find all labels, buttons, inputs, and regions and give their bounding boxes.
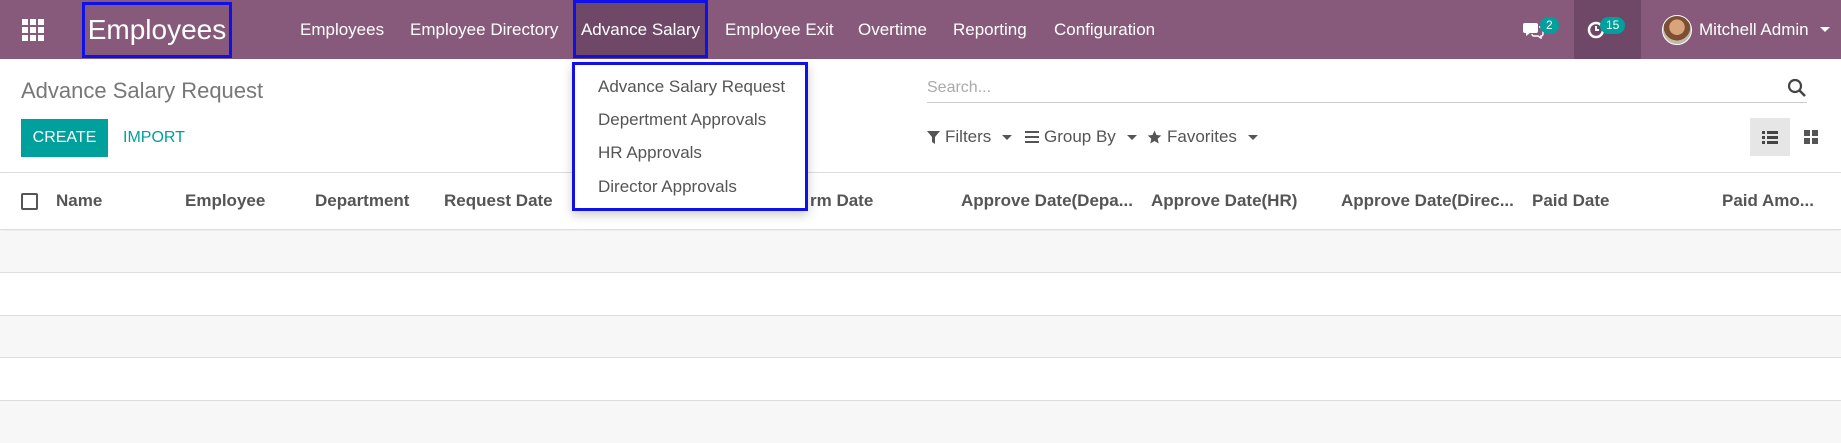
groupby-dropdown[interactable]: Group By — [1025, 127, 1137, 147]
advance-salary-dropdown: Advance Salary Request Depertment Approv… — [572, 62, 808, 211]
funnel-icon — [927, 130, 940, 144]
column-header-request-date[interactable]: Request Date — [444, 191, 553, 211]
app-brand[interactable]: Employees — [82, 2, 232, 58]
messages-button[interactable]: 2 — [1510, 0, 1570, 59]
column-header-approve-date-hr[interactable]: Approve Date(HR) — [1151, 191, 1297, 211]
favorites-dropdown[interactable]: Favorites — [1147, 127, 1258, 147]
column-header-paid-date[interactable]: Paid Date — [1532, 191, 1609, 211]
user-menu[interactable]: Mitchell Admin — [1662, 0, 1837, 59]
import-button[interactable]: IMPORT — [123, 119, 185, 157]
user-name: Mitchell Admin — [1699, 19, 1809, 39]
list-icon — [1762, 130, 1778, 144]
activities-count-badge: 15 — [1600, 17, 1626, 34]
apps-grid-icon — [22, 18, 44, 41]
dropdown-item-advance-salary-request[interactable]: Advance Salary Request — [598, 77, 785, 97]
table-header: Name Employee Department Request Date rm… — [0, 172, 1841, 230]
menu-highlight-box — [573, 0, 708, 58]
menu-configuration[interactable]: Configuration — [1054, 0, 1155, 59]
column-header-employee[interactable]: Employee — [185, 191, 265, 211]
activities-button[interactable]: 15 — [1574, 0, 1641, 59]
list-view-button[interactable] — [1750, 118, 1790, 156]
column-header-department[interactable]: Department — [315, 191, 409, 211]
caret-down-icon — [1126, 134, 1137, 140]
filters-dropdown[interactable]: Filters — [927, 127, 1013, 147]
column-header-confirm-date[interactable]: rm Date — [810, 191, 873, 211]
caret-down-icon — [1002, 134, 1013, 140]
kanban-view-button[interactable] — [1791, 118, 1831, 156]
favorites-label: Favorites — [1167, 127, 1237, 146]
table-row — [0, 231, 1841, 273]
table-row — [0, 316, 1841, 358]
caret-down-icon — [1247, 134, 1258, 140]
menu-overtime[interactable]: Overtime — [858, 0, 927, 59]
menu-employee-exit[interactable]: Employee Exit — [725, 0, 834, 59]
star-icon — [1147, 130, 1162, 143]
groupby-label: Group By — [1044, 127, 1116, 146]
page-title: Advance Salary Request — [21, 78, 264, 103]
grid-icon — [1803, 130, 1818, 144]
column-header-approve-date-department[interactable]: Approve Date(Depa... — [961, 191, 1133, 211]
caret-down-icon — [1819, 27, 1830, 32]
top-navbar: Employees Employees Employee Directory A… — [0, 0, 1841, 59]
dropdown-item-hr-approvals[interactable]: HR Approvals — [598, 143, 702, 163]
dropdown-item-department-approvals[interactable]: Depertment Approvals — [598, 110, 766, 130]
dropdown-item-director-approvals[interactable]: Director Approvals — [598, 177, 737, 197]
bars-icon — [1025, 131, 1039, 143]
menu-employee-directory[interactable]: Employee Directory — [410, 0, 558, 59]
create-button[interactable]: CREATE — [21, 119, 108, 157]
search-bar — [927, 76, 1807, 103]
messages-count-badge: 2 — [1540, 17, 1559, 34]
menu-reporting[interactable]: Reporting — [953, 0, 1027, 59]
user-avatar — [1662, 14, 1692, 45]
column-header-name[interactable]: Name — [56, 191, 102, 211]
table-row — [0, 359, 1841, 401]
column-header-paid-amount[interactable]: Paid Amo... — [1722, 191, 1814, 211]
menu-employees[interactable]: Employees — [300, 0, 384, 59]
filters-label: Filters — [945, 127, 992, 146]
search-icon[interactable] — [1787, 78, 1807, 98]
column-header-approve-date-director[interactable]: Approve Date(Direc... — [1341, 191, 1514, 211]
select-all-checkbox[interactable] — [21, 193, 38, 210]
apps-menu-button[interactable] — [0, 0, 66, 59]
search-input[interactable] — [927, 76, 1767, 100]
table-row — [0, 274, 1841, 316]
